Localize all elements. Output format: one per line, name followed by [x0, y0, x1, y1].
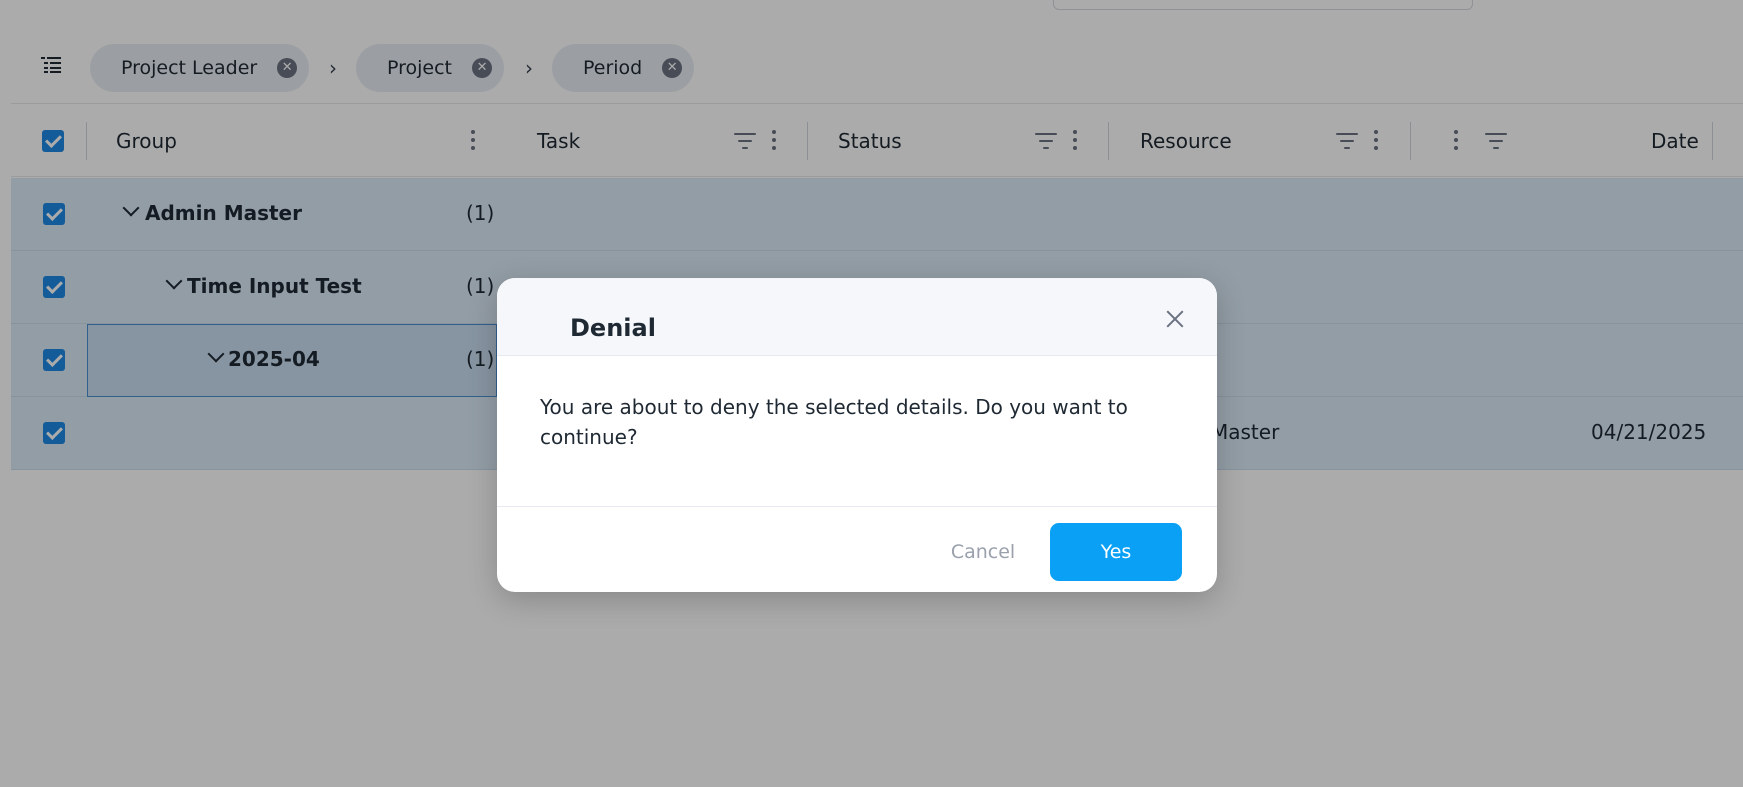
close-icon[interactable]: [1164, 308, 1186, 330]
yes-button[interactable]: Yes: [1050, 523, 1182, 581]
denial-dialog: Denial You are about to deny the selecte…: [497, 278, 1217, 592]
dialog-footer: Cancel Yes: [497, 506, 1217, 592]
dialog-header: Denial: [497, 278, 1217, 356]
cancel-button[interactable]: Cancel: [917, 523, 1049, 581]
dialog-title: Denial: [570, 314, 656, 342]
dialog-message: You are about to deny the selected detai…: [540, 395, 1128, 449]
